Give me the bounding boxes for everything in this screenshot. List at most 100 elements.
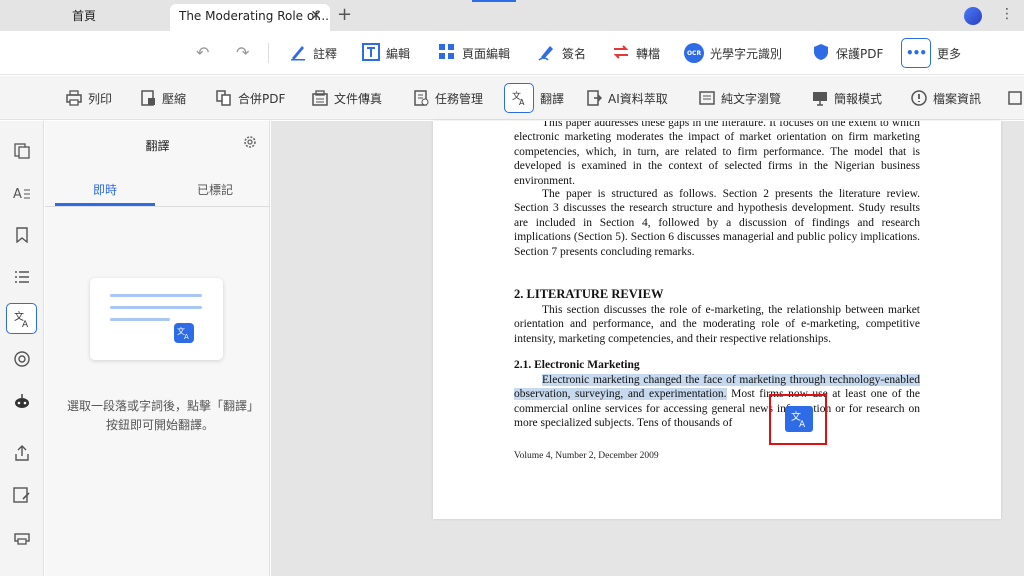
ocr-button[interactable]: OCR 光學字元識別: [684, 31, 782, 75]
text-edit-icon: [362, 42, 380, 64]
pdf-page[interactable]: This paper addresses these gaps in the l…: [433, 121, 1001, 519]
undo-icon[interactable]: ↶: [196, 43, 209, 62]
fax-button[interactable]: 文件傳真: [312, 76, 382, 120]
save-icon: [1008, 90, 1022, 106]
svg-text:A: A: [184, 333, 189, 340]
plain-text-view-label: 純文字瀏覽: [721, 91, 782, 106]
print-icon: [66, 90, 82, 106]
panel-title: 翻譯: [145, 139, 170, 153]
close-icon[interactable]: ✕: [310, 4, 322, 28]
convert-button[interactable]: 轉檔: [612, 31, 660, 75]
compress-button[interactable]: 壓縮: [140, 76, 186, 120]
document-canvas[interactable]: This paper addresses these gaps in the l…: [271, 121, 1024, 576]
overflow-button[interactable]: [1008, 76, 1024, 120]
info-icon: [911, 90, 927, 106]
task-icon: [413, 90, 429, 106]
ai-extract-label: AI資料萃取: [608, 91, 668, 106]
kebab-menu-icon[interactable]: ⋮: [1000, 6, 1014, 22]
translate-badge-icon: 文A: [174, 323, 194, 343]
merge-pdf-label: 合併PDF: [238, 91, 286, 106]
gear-icon[interactable]: [243, 135, 257, 152]
translate-icon: 文A: [504, 83, 534, 113]
translate-label: 翻譯: [540, 91, 565, 106]
translate-selection-button[interactable]: 文A: [785, 406, 813, 432]
annotate-button[interactable]: 註釋: [289, 31, 337, 75]
presentation-icon: [812, 90, 828, 106]
edit-button[interactable]: 編輯: [362, 31, 410, 75]
more-label: 更多: [937, 46, 962, 61]
subsection-heading: 2.1. Electronic Marketing: [514, 359, 640, 371]
translate-button[interactable]: 文A 翻譯: [504, 76, 564, 120]
paragraph: This paper addresses these gaps in the l…: [514, 121, 920, 187]
tab-home[interactable]: 首頁: [0, 0, 168, 31]
tab-live[interactable]: 即時: [55, 181, 155, 198]
more-button[interactable]: ••• 更多: [901, 31, 961, 75]
paragraph: This section discusses the role of e-mar…: [514, 304, 920, 345]
save-as-icon[interactable]: [12, 485, 32, 505]
sign-button[interactable]: 簽名: [538, 31, 586, 75]
page-edit-label: 頁面編輯: [462, 46, 511, 61]
task-manager-button[interactable]: 任務管理: [413, 76, 483, 120]
sign-label: 簽名: [562, 46, 587, 61]
ai-assistant-icon[interactable]: [12, 391, 32, 411]
compress-label: 壓縮: [162, 91, 187, 106]
paragraph: Electronic marketing changed the face of…: [514, 373, 920, 431]
merge-icon: [216, 90, 232, 106]
empty-state-hint: 選取一段落或字詞後，點擊「翻譯」按鈕即可開始翻譯。: [66, 399, 253, 432]
print-button[interactable]: 列印: [66, 76, 112, 120]
presentation-mode-label: 簡報模式: [834, 91, 883, 106]
svg-text:A: A: [22, 320, 29, 328]
more-icon: •••: [901, 38, 931, 68]
ai-extract-button[interactable]: AI資料萃取: [586, 76, 668, 120]
annotate-label: 註釋: [313, 46, 338, 61]
section-heading: 2. LITERATURE REVIEW: [514, 287, 664, 301]
translate-panel: 翻譯 即時 已標記 文A 選取一段落或字詞後，點擊「翻譯」按鈕即可開始翻譯。: [45, 121, 270, 576]
translate-popup: 文A: [769, 394, 827, 445]
shield-icon: [812, 43, 830, 64]
main-toolbar: ↶ ↷ 註釋 編輯 頁面編輯 簽名 轉檔 OCR 光學字元識別 保護PDF ••…: [0, 31, 1024, 75]
window-accent: [472, 0, 516, 2]
text-format-icon[interactable]: A: [12, 183, 32, 203]
outline-list-icon[interactable]: [12, 267, 32, 287]
thumbnails-icon[interactable]: [12, 141, 32, 161]
print-label: 列印: [88, 91, 113, 106]
ai-extract-icon: [586, 90, 602, 106]
print-rail-icon[interactable]: [12, 527, 32, 547]
avatar[interactable]: [964, 7, 982, 25]
share-icon[interactable]: [12, 443, 32, 463]
text-view-icon: [699, 90, 715, 106]
pen-icon: [289, 43, 307, 64]
active-tab-indicator: [55, 203, 155, 206]
task-manager-label: 任務管理: [435, 91, 484, 106]
protect-pdf-label: 保護PDF: [836, 46, 884, 61]
pages-icon: [438, 43, 456, 64]
illustration-line: [110, 318, 170, 321]
merge-pdf-button[interactable]: 合併PDF: [216, 76, 285, 120]
plain-text-view-button[interactable]: 純文字瀏覽: [699, 76, 781, 120]
bookmark-icon[interactable]: [12, 225, 32, 245]
fax-icon: [312, 90, 328, 106]
tab-bar: 首頁 The Moderating Role of... ✕ + ⋮: [0, 0, 1024, 31]
ocr-icon: OCR: [684, 43, 704, 63]
svg-text:A: A: [799, 420, 806, 428]
translate-panel-icon[interactable]: 文A: [6, 303, 37, 334]
illustration-line: [110, 306, 202, 309]
paragraph: The paper is structured as follows. Sect…: [514, 188, 920, 258]
page-edit-button[interactable]: 頁面編輯: [438, 31, 510, 75]
edit-label: 編輯: [386, 46, 411, 61]
page-footer: Volume 4, Number 2, December 2009: [514, 451, 659, 461]
add-tab-icon[interactable]: +: [337, 4, 352, 25]
tab-document-label: The Moderating Role of...: [179, 9, 329, 23]
illustration-line: [110, 294, 202, 297]
file-info-button[interactable]: 檔案資訊: [911, 76, 981, 120]
empty-state-illustration: 文A: [90, 278, 223, 360]
presentation-mode-button[interactable]: 簡報模式: [812, 76, 882, 120]
tab-document[interactable]: The Moderating Role of... ✕: [170, 4, 330, 31]
tab-marked[interactable]: 已標記: [165, 181, 265, 198]
file-info-label: 檔案資訊: [933, 91, 982, 106]
protect-pdf-button[interactable]: 保護PDF: [812, 31, 883, 75]
convert-icon: [612, 43, 630, 64]
ocr-scan-icon[interactable]: [12, 349, 32, 369]
redo-icon[interactable]: ↷: [236, 43, 249, 62]
left-sidebar-rail: A 文A: [0, 121, 44, 576]
